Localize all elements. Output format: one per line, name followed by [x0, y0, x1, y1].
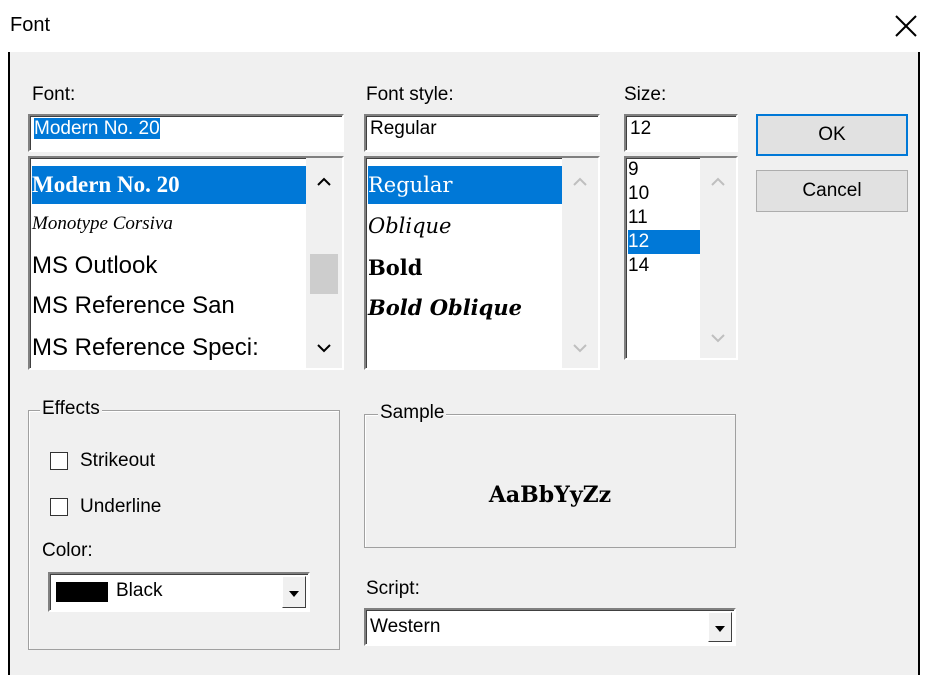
title-bar: Font: [0, 0, 928, 52]
size-item[interactable]: 11: [628, 206, 648, 230]
font-style-item[interactable]: Oblique: [368, 206, 452, 246]
effects-group: [28, 410, 340, 650]
size-label: Size:: [624, 84, 667, 105]
size-item[interactable]: 12: [628, 230, 700, 254]
ok-button[interactable]: OK: [756, 114, 908, 156]
scroll-down-icon[interactable]: [700, 320, 736, 356]
font-list[interactable]: Modern No. 20 Monotype Corsiva MS Outloo…: [28, 156, 344, 370]
close-button[interactable]: [890, 10, 922, 42]
strikeout-checkbox[interactable]: [50, 452, 68, 470]
size-input[interactable]: 12: [624, 114, 738, 152]
sample-group: [364, 414, 736, 548]
chevron-down-icon: [715, 626, 725, 632]
font-style-input[interactable]: Regular: [364, 114, 600, 152]
dialog-title: Font: [10, 14, 51, 36]
scroll-down-icon[interactable]: [306, 330, 342, 366]
scroll-up-icon[interactable]: [306, 164, 342, 200]
script-dropdown-button[interactable]: [708, 612, 732, 642]
color-swatch: [56, 582, 108, 602]
size-scrollbar[interactable]: [700, 158, 736, 358]
font-style-item[interactable]: Bold Oblique: [368, 288, 522, 328]
close-icon: [895, 15, 917, 37]
underline-checkbox[interactable]: [50, 498, 68, 516]
font-dialog: Font Font: Modern No. 20 Modern No. 20 M…: [0, 0, 928, 675]
color-value: Black: [116, 580, 163, 601]
font-name-input[interactable]: Modern No. 20: [28, 114, 344, 152]
underline-label[interactable]: Underline: [80, 496, 161, 518]
font-label: Font:: [32, 84, 76, 105]
font-list-item[interactable]: MS Reference San: [32, 286, 235, 326]
font-style-item[interactable]: Bold: [368, 248, 422, 288]
font-style-value: Regular: [370, 118, 437, 139]
font-style-list[interactable]: Regular Oblique Bold Bold Oblique: [364, 156, 600, 370]
scroll-up-icon[interactable]: [562, 164, 598, 200]
chevron-down-icon: [289, 591, 299, 597]
font-list-item[interactable]: MS Reference Speci:: [32, 328, 259, 368]
effects-legend: Effects: [40, 398, 102, 420]
font-style-label: Font style:: [366, 84, 454, 105]
sample-legend: Sample: [378, 402, 447, 424]
size-item[interactable]: 10: [628, 182, 649, 206]
scroll-up-icon[interactable]: [700, 164, 736, 200]
size-value: 12: [630, 118, 652, 139]
script-value: Western: [370, 616, 441, 637]
script-label: Script:: [366, 578, 420, 599]
size-list[interactable]: 9 10 11 12 14: [624, 156, 738, 360]
font-list-item[interactable]: MS Outlook: [32, 246, 157, 286]
scroll-down-icon[interactable]: [562, 330, 598, 366]
cancel-button[interactable]: Cancel: [756, 170, 908, 212]
font-style-item[interactable]: Regular: [368, 166, 566, 204]
size-item[interactable]: 14: [628, 254, 649, 278]
strikeout-label[interactable]: Strikeout: [80, 450, 155, 472]
color-select[interactable]: Black: [48, 572, 310, 612]
font-list-item[interactable]: Modern No. 20: [32, 166, 308, 204]
font-list-scrollbar[interactable]: [306, 158, 342, 368]
script-select[interactable]: Western: [364, 608, 736, 646]
sample-text: AaBbYyZz: [488, 482, 612, 508]
color-dropdown-button[interactable]: [282, 576, 306, 608]
scrollbar-thumb[interactable]: [310, 254, 338, 294]
font-style-scrollbar[interactable]: [562, 158, 598, 368]
color-label: Color:: [42, 540, 93, 561]
font-name-value: Modern No. 20: [34, 118, 160, 139]
font-list-item[interactable]: Monotype Corsiva: [32, 206, 173, 242]
size-item[interactable]: 9: [628, 160, 639, 180]
